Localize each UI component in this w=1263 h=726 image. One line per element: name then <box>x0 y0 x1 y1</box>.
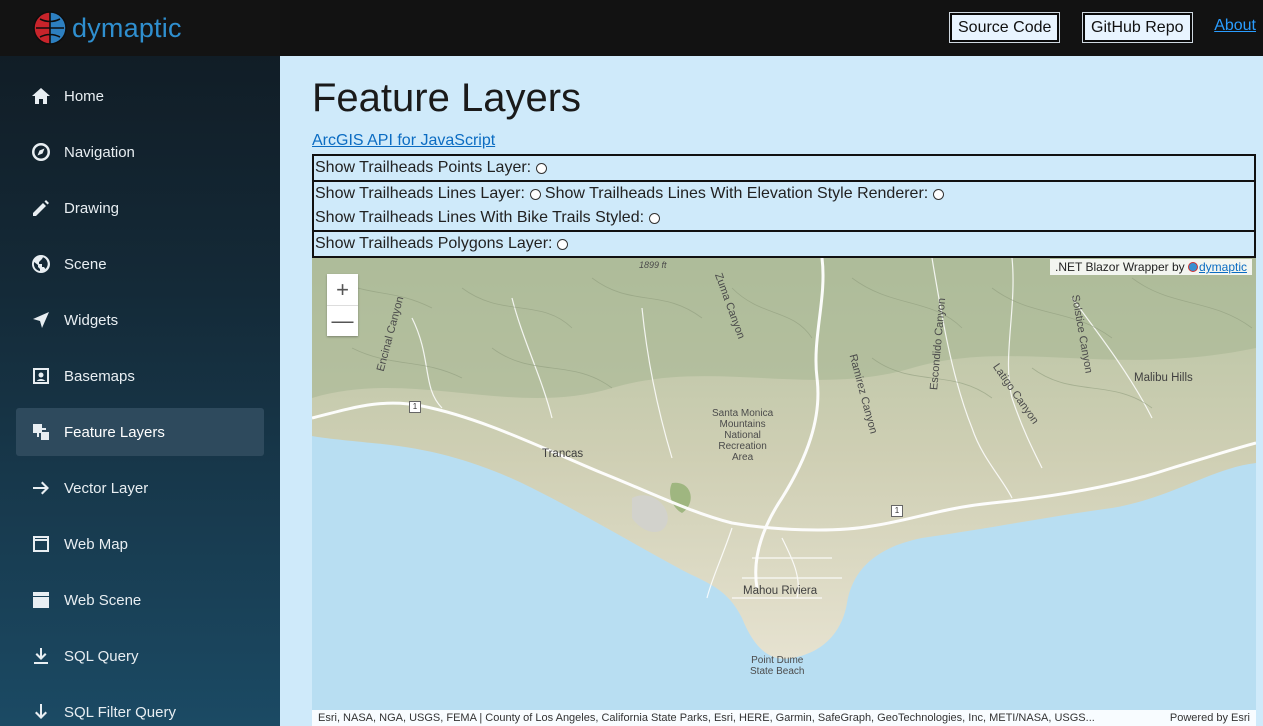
lines-layer-label: Show Trailheads Lines Layer: <box>315 185 525 202</box>
map-view[interactable]: + — .NET Blazor Wrapper by dymaptic 1899… <box>312 258 1256 710</box>
page-title: Feature Layers <box>312 76 582 120</box>
lines-layer-radio[interactable] <box>529 188 541 200</box>
map-attribution: Esri, NASA, NGA, USGS, FEMA | County of … <box>312 710 1256 726</box>
zoom-in-button[interactable]: + <box>327 274 358 305</box>
wrapper-credit: .NET Blazor Wrapper by dymaptic <box>1050 259 1252 275</box>
sidebar-item-sql-filter-query[interactable]: SQL Filter Query <box>16 688 264 726</box>
route-shield-1-west: 1 <box>409 401 421 413</box>
map-label-mahou-riviera: Mahou Riviera <box>743 585 818 597</box>
brand-header[interactable]: dymaptic <box>0 0 280 56</box>
arrow-down-icon <box>31 702 51 722</box>
window-box-icon <box>31 590 51 610</box>
sidebar-item-label: SQL Query <box>64 647 139 665</box>
sidebar-item-vector-layer[interactable]: Vector Layer <box>16 464 264 512</box>
map-label-malibu-hills: Malibu Hills <box>1134 372 1193 384</box>
sidebar-item-label: Widgets <box>64 311 119 329</box>
polygons-layer-option: Show Trailheads Polygons Layer: <box>312 230 1256 258</box>
pencil-icon <box>31 198 51 218</box>
sidebar-item-navigation[interactable]: Navigation <box>16 128 264 176</box>
home-icon <box>31 86 51 106</box>
lines-bike-radio[interactable] <box>649 212 661 224</box>
sidebar-item-label: Basemaps <box>64 367 135 385</box>
sidebar-item-label: Vector Layer <box>64 479 149 497</box>
globe-icon <box>31 254 51 274</box>
sidebar-item-label: Drawing <box>64 199 120 217</box>
map-label-point-dume-line2: State Beach <box>750 666 805 677</box>
sidebar-item-label: Web Scene <box>64 591 142 609</box>
sidebar-item-widgets[interactable]: Widgets <box>16 296 264 344</box>
image-frame-icon <box>31 366 51 386</box>
lines-bike-label: Show Trailheads Lines With Bike Trails S… <box>315 209 645 226</box>
zoom-out-button[interactable]: — <box>327 305 358 336</box>
map-label-santa-monica-mountains: Santa Monica Mountains National Recreati… <box>712 408 773 463</box>
dymaptic-mini-logo-icon <box>1187 262 1198 272</box>
sidebar-item-web-map[interactable]: Web Map <box>16 520 264 568</box>
polygons-layer-radio[interactable] <box>557 238 569 250</box>
map-label-smm-line5: Area <box>732 452 754 463</box>
dymaptic-link[interactable]: dymaptic <box>1199 260 1247 274</box>
location-arrow-icon <box>31 310 51 330</box>
sidebar-item-drawing[interactable]: Drawing <box>16 184 264 232</box>
sidebar-item-home[interactable]: Home <box>16 72 264 120</box>
lines-layer-option: Show Trailheads Lines Layer: Show Trailh… <box>312 180 1256 232</box>
about-link[interactable]: About <box>1214 17 1256 35</box>
powered-by-esri[interactable]: Powered by Esri <box>1170 712 1250 724</box>
sidebar-item-label: Home <box>64 87 105 105</box>
points-layer-radio[interactable] <box>536 162 548 174</box>
points-layer-option: Show Trailheads Points Layer: <box>312 154 1256 182</box>
sidebar-item-basemaps[interactable]: Basemaps <box>16 352 264 400</box>
map-label-point-dume-line1: Point Dume <box>751 655 804 666</box>
map-label-elevation: 1899 ft <box>639 260 667 270</box>
arrow-right-icon <box>31 478 51 498</box>
source-code-button[interactable]: Source Code <box>948 12 1061 43</box>
arcgis-api-link[interactable]: ArcGIS API for JavaScript <box>312 132 495 150</box>
browser-window-icon <box>31 534 51 554</box>
main-content: Feature Layers ArcGIS API for JavaScript… <box>280 56 1263 726</box>
points-layer-label: Show Trailheads Points Layer: <box>315 159 532 176</box>
download-icon <box>31 646 51 666</box>
sidebar-nav: Home Navigation Drawing Scene Widgets Ba… <box>0 56 280 726</box>
map-label-trancas: Trancas <box>542 448 584 460</box>
compass-icon <box>31 142 51 162</box>
lines-elevation-label: Show Trailheads Lines With Elevation Sty… <box>544 185 929 202</box>
sidebar-item-scene[interactable]: Scene <box>16 240 264 288</box>
sidebar-item-label: Feature Layers <box>64 423 165 441</box>
top-bar: Source Code GitHub Repo About <box>280 0 1263 56</box>
attribution-text: Esri, NASA, NGA, USGS, FEMA | County of … <box>318 712 1095 724</box>
basemap-terrain <box>312 258 1256 710</box>
sidebar-item-sql-query[interactable]: SQL Query <box>16 632 264 680</box>
sidebar: dymaptic Home Navigation Drawing Scene W… <box>0 0 280 726</box>
brand-name: dymaptic <box>72 12 182 43</box>
github-repo-button[interactable]: GitHub Repo <box>1082 12 1193 43</box>
layers-icon <box>31 422 51 442</box>
map-label-smm-line4: Recreation <box>718 441 767 452</box>
polygons-layer-label: Show Trailheads Polygons Layer: <box>315 235 553 252</box>
route-shield-1-east: 1 <box>891 505 903 517</box>
map-label-point-dume: Point Dume State Beach <box>750 655 804 677</box>
dymaptic-logo-icon <box>33 11 67 45</box>
sidebar-item-label: Navigation <box>64 143 135 161</box>
sidebar-item-label: Web Map <box>64 535 128 553</box>
sidebar-item-label: Scene <box>64 255 107 273</box>
sidebar-item-label: SQL Filter Query <box>64 703 176 721</box>
lines-elevation-radio[interactable] <box>933 188 945 200</box>
sidebar-item-feature-layers[interactable]: Feature Layers <box>16 408 264 456</box>
map-label-smm-line3: National <box>724 430 761 441</box>
zoom-control: + — <box>327 274 358 336</box>
sidebar-item-web-scene[interactable]: Web Scene <box>16 576 264 624</box>
wrapper-credit-text: .NET Blazor Wrapper by <box>1055 260 1185 274</box>
map-label-smm-line2: Mountains <box>719 419 766 430</box>
map-label-smm-line1: Santa Monica <box>712 408 774 419</box>
